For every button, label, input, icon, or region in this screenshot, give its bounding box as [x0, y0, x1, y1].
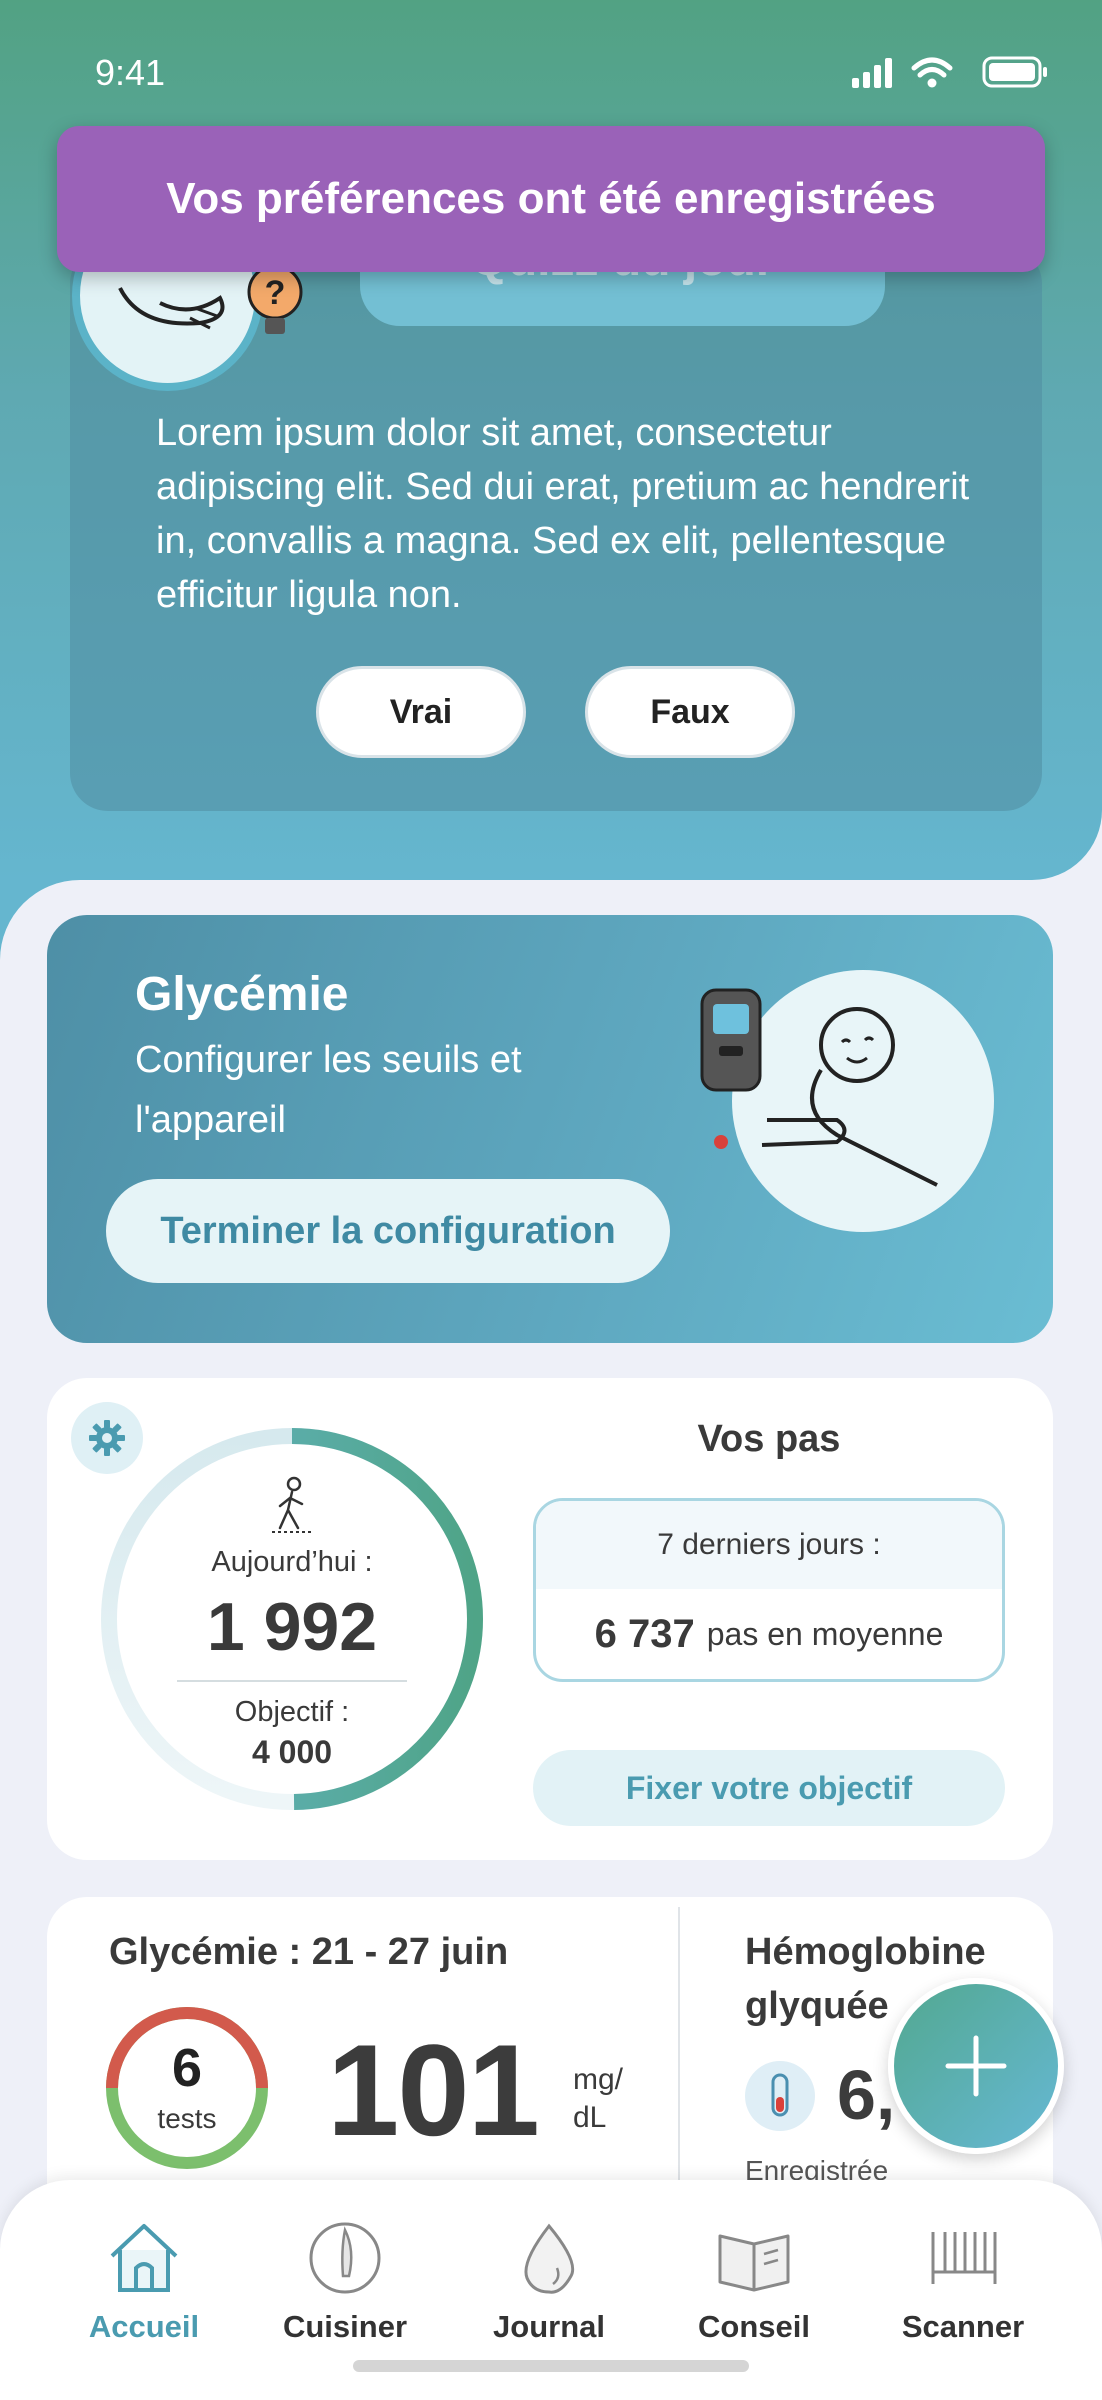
- today-label: Aujourd’hui :: [211, 1546, 373, 1578]
- nav-item-conseil[interactable]: Conseil: [654, 2220, 854, 2345]
- glycemia-setup-title: Glycémie: [135, 968, 349, 1021]
- nav-item-journal[interactable]: Journal: [449, 2220, 649, 2345]
- nav-label-accueil: Accueil: [88, 2309, 200, 2344]
- status-time: 9:41: [95, 52, 166, 93]
- false-button[interactable]: Faux: [585, 666, 795, 758]
- set-goal-button[interactable]: Fixer votre objectif: [533, 1750, 1005, 1826]
- nav-label-cuisiner: Cuisiner: [282, 2309, 408, 2344]
- nav-item-accueil[interactable]: Accueil: [44, 2220, 244, 2345]
- steps-title: Vos pas: [697, 1418, 841, 1460]
- weekly-average-value: 6 737: [594, 1611, 695, 1656]
- tests-count: 6: [171, 2038, 203, 2098]
- weekly-label: 7 derniers jours :: [536, 1501, 1002, 1589]
- hba1c-value: 6,: [837, 2056, 896, 2134]
- hba1c-title-2: glyquée: [745, 1985, 889, 2027]
- book-icon: [718, 2234, 790, 2292]
- true-button[interactable]: Vrai: [316, 666, 526, 758]
- weekly-average-box: 7 derniers jours : 6 737 pas en moyenne: [533, 1498, 1005, 1682]
- glycemia-average-value: 101: [327, 2017, 540, 2163]
- home-icon: [110, 2224, 178, 2292]
- quiz-question-text: Lorem ipsum dolor sit amet, consectetur …: [156, 412, 970, 616]
- nav-item-scanner[interactable]: Scanner: [863, 2220, 1063, 2345]
- walking-person-icon: [272, 1476, 312, 1536]
- drop-icon: [524, 2223, 575, 2294]
- add-button[interactable]: [888, 1978, 1064, 2154]
- glycemia-summary-title: Glycémie : 21 - 27 juin: [109, 1931, 509, 1973]
- weekly-average-suffix: pas en moyenne: [706, 1615, 944, 1652]
- nav-label-journal: Journal: [493, 2309, 605, 2344]
- glycemia-setup-card: Glycémie Configurer les seuils et l'appa…: [47, 915, 1053, 1343]
- glycemia-setup-subtitle-1: Configurer les seuils et: [135, 1039, 522, 1081]
- goal-value: 4 000: [251, 1734, 333, 1770]
- goal-label: Objectif :: [234, 1696, 350, 1728]
- signal-wifi-battery-icon: [852, 56, 1047, 88]
- glucometer-illustration: [700, 970, 994, 1232]
- glycemia-setup-subtitle-2: l'appareil: [135, 1099, 286, 1141]
- plate-knife-icon: [309, 2222, 381, 2294]
- hba1c-title-1: Hémoglobine: [745, 1931, 986, 1973]
- today-steps-value: 1 992: [206, 1589, 378, 1665]
- unit-line-2: dL: [573, 2101, 607, 2134]
- nav-item-cuisiner[interactable]: Cuisiner: [245, 2220, 445, 2345]
- finish-setup-button[interactable]: Terminer la configuration: [106, 1179, 670, 1283]
- toast-notification: Vos préférences ont été enregistrées: [57, 126, 1045, 272]
- bottom-nav: Accueil Cuisiner Journal Conseil Scanner: [0, 2180, 1102, 2400]
- ring-divider: [177, 1680, 407, 1682]
- steps-card: Aujourd’hui : 1 992 Objectif : 4 000 Vos…: [47, 1378, 1053, 1860]
- glucometer-icon: [700, 988, 938, 1187]
- weekly-average-row: 6 737 pas en moyenne: [536, 1589, 1002, 1679]
- nav-label-conseil: Conseil: [698, 2309, 810, 2344]
- status-icons: [852, 54, 1052, 90]
- nav-label-scanner: Scanner: [901, 2309, 1025, 2344]
- tests-label: tests: [157, 2103, 217, 2134]
- test-tube-icon: [745, 2061, 815, 2131]
- svg-text:?: ?: [265, 274, 286, 312]
- plus-icon: [945, 2035, 1007, 2097]
- lightbulb-icon: ?: [245, 262, 305, 342]
- home-indicator: [353, 2360, 749, 2372]
- barcode-icon: [931, 2232, 997, 2284]
- unit-line-1: mg/: [573, 2063, 624, 2096]
